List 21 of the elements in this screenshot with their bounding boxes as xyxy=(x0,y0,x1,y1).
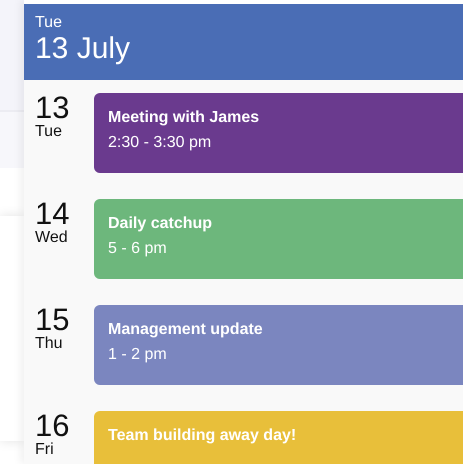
event-card[interactable]: Management update 1 - 2 pm xyxy=(94,305,463,385)
day-weekday: Fri xyxy=(35,441,55,459)
event-card[interactable]: Team building away day! xyxy=(94,411,463,464)
day-weekday: Wed xyxy=(35,229,69,247)
event-title: Management update xyxy=(108,321,264,339)
event-time: 1 - 2 pm xyxy=(108,346,168,364)
event-card[interactable]: Meeting with James 2:30 - 3:30 pm xyxy=(94,93,463,173)
header-date: 13 July xyxy=(35,32,132,66)
day-number: 15 xyxy=(35,305,70,335)
event-time: 5 - 6 pm xyxy=(108,240,168,258)
event-time: 2:30 - 3:30 pm xyxy=(108,134,212,152)
event-title: Meeting with James xyxy=(108,109,260,127)
event-title: Team building away day! xyxy=(108,427,298,445)
day-number: 13 xyxy=(35,93,70,123)
event-card[interactable]: Daily catchup 5 - 6 pm xyxy=(94,199,463,279)
day-weekday: Thu xyxy=(35,335,64,353)
event-title: Daily catchup xyxy=(108,215,214,233)
header-weekday: Tue xyxy=(35,14,63,32)
day-number: 16 xyxy=(35,411,70,441)
day-number: 14 xyxy=(35,199,70,229)
day-weekday: Tue xyxy=(35,123,63,141)
